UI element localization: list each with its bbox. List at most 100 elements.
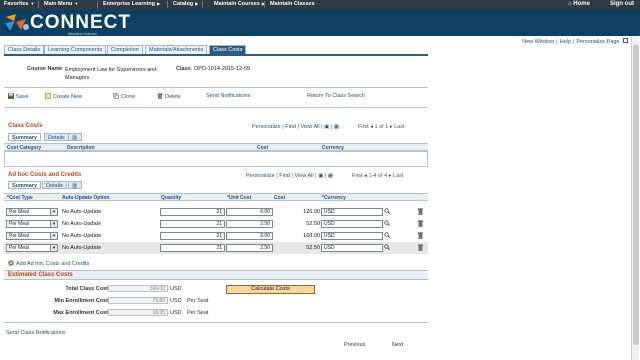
find-link[interactable]: Find — [285, 124, 296, 130]
first-link[interactable]: First — [358, 124, 369, 130]
trash-icon — [157, 93, 163, 99]
last-link[interactable]: Last — [394, 124, 404, 130]
adhoc-pager: First ◂ 1-4 of 4 ▸ Last — [352, 173, 403, 179]
class-costs-tab-details[interactable]: Details — [44, 133, 69, 141]
delete-row-icon[interactable] — [418, 208, 423, 215]
col-currency: *Currency — [322, 195, 346, 201]
divider — [4, 87, 428, 88]
next-link[interactable]: Next — [392, 342, 403, 348]
view-all-link[interactable]: View All — [300, 124, 319, 130]
breadcrumb-enterprise-learning[interactable]: Enterprise Learning ▶ — [103, 1, 160, 7]
search-icon[interactable] — [384, 220, 390, 226]
previous-link[interactable]: Previous — [344, 342, 365, 348]
currency-input[interactable]: USD — [321, 244, 383, 252]
quantity-input[interactable]: 21 — [160, 220, 225, 228]
unit-cost-input[interactable]: 2.50 — [226, 244, 273, 252]
sign-out-link[interactable]: Sign out — [610, 1, 634, 7]
unit-cost-input[interactable]: 6.00 — [226, 208, 273, 216]
main-menu[interactable]: Main Menu ▼ — [44, 1, 78, 7]
tab-underline — [4, 54, 428, 56]
cost-type-select[interactable]: Per Meal ▼ — [6, 220, 58, 228]
download-icon[interactable]: ▦ — [334, 124, 339, 130]
next-arrow-icon[interactable]: ▸ — [390, 124, 393, 130]
chevron-down-icon: ▼ — [50, 209, 57, 215]
show-all-columns-icon[interactable]: ▥ — [68, 181, 82, 189]
row-range: 1-4 of 4 — [368, 173, 388, 179]
create-new-button[interactable]: Create New — [45, 93, 82, 100]
prev-arrow-icon[interactable]: ◂ — [370, 124, 373, 130]
page-links: New Window | Help | Personalize Page — [522, 38, 628, 45]
prev-arrow-icon[interactable]: ◂ — [364, 173, 367, 179]
delete-row-icon[interactable] — [418, 244, 423, 251]
class-costs-pager: First ◂ 1 of 1 ▸ Last — [358, 124, 405, 130]
auto-update-value: No Auto-Update — [62, 245, 102, 251]
class-value: OPD-1014-2015-12-09 — [194, 66, 250, 72]
first-link[interactable]: First — [352, 173, 363, 179]
last-link[interactable]: Last — [393, 173, 403, 179]
breadcrumb-maintain-classes[interactable]: Maintain Classes — [270, 1, 315, 7]
auto-update-value: No Auto-Update — [62, 209, 102, 215]
personalize-link[interactable]: Personalize — [246, 173, 275, 179]
personalize-link[interactable]: Personalize — [252, 124, 281, 130]
cost-type-select[interactable]: Per Meal ▼ — [6, 244, 58, 252]
class-costs-grid-nav: Personalize | Find | View All | ▣ | ▦ — [252, 124, 340, 130]
quantity-input[interactable]: 21 — [160, 208, 225, 216]
auto-update-value: No Auto-Update — [62, 221, 102, 227]
cost-type-select[interactable]: Per Meal ▼ — [6, 232, 58, 240]
adhoc-tab-summary[interactable]: Summary — [8, 181, 42, 189]
home-link[interactable]: ⌂ Home — [568, 1, 590, 7]
header-banner: CONNECT Maryland Judiciary — [0, 10, 640, 36]
cost-value: 52.50 — [306, 221, 320, 227]
download-icon[interactable]: ▦ — [328, 173, 333, 179]
table-row: Per Meal ▼ No Auto-Update 21 8.00 168.00 … — [4, 230, 428, 242]
calculate-costs-button[interactable]: Calculate Costs — [226, 285, 315, 294]
total-class-cost-label: Total Class Cost — [65, 286, 108, 292]
add-adhoc-costs-link[interactable]: Add Ad hoc Costs and Credits — [8, 260, 89, 267]
grid-zoom-icon[interactable]: ▣ — [324, 124, 329, 130]
help-link[interactable]: Help — [560, 39, 571, 45]
max-currency: USD — [170, 310, 182, 316]
estimated-costs-title: Estimated Class Costs — [8, 272, 73, 278]
scrollbar-thumb[interactable] — [633, 45, 639, 345]
delete-button[interactable]: Delete — [157, 93, 181, 100]
adhoc-title: Ad hoc Costs and Credits — [8, 172, 82, 178]
view-all-link[interactable]: View All — [294, 173, 313, 179]
col-cost-type: *Cost Type — [7, 195, 33, 201]
find-link[interactable]: Find — [279, 173, 290, 179]
adhoc-tab-details[interactable]: Details — [42, 181, 67, 189]
currency-input[interactable]: USD — [321, 220, 383, 228]
clone-button[interactable]: Clone — [113, 93, 135, 100]
favorites-menu[interactable]: Favorites ▼ — [4, 1, 34, 7]
unit-cost-input[interactable]: 2.50 — [226, 220, 273, 228]
quantity-input[interactable]: 21 — [160, 232, 225, 240]
search-icon[interactable] — [384, 244, 390, 250]
currency-input[interactable]: USD — [321, 208, 383, 216]
search-icon[interactable] — [384, 232, 390, 238]
delete-row-icon[interactable] — [418, 220, 423, 227]
max-per-seat: Per Seat — [187, 310, 209, 316]
new-window-link[interactable]: New Window — [522, 39, 554, 45]
show-all-columns-icon[interactable]: ▥ — [68, 133, 82, 141]
currency-input[interactable]: USD — [321, 232, 383, 240]
course-name-label: Course Name — [27, 66, 63, 72]
grid-zoom-icon[interactable]: ▣ — [318, 173, 323, 179]
estimated-costs-header: Estimated Class Costs — [4, 270, 428, 280]
send-notifications-button[interactable]: Send Notifications — [206, 93, 250, 99]
vertical-scrollbar[interactable] — [631, 37, 639, 360]
search-icon[interactable] — [384, 208, 390, 214]
cost-type-select[interactable]: Per Meal ▼ — [6, 208, 58, 216]
send-class-notifications-link[interactable]: Send Class Notifications — [6, 330, 66, 336]
col-quantity: Quantity — [161, 195, 182, 201]
delete-row-icon[interactable] — [418, 232, 423, 239]
save-button[interactable]: Save — [8, 93, 29, 100]
personalize-page-link[interactable]: Personalize Page — [576, 39, 619, 45]
next-arrow-icon[interactable]: ▸ — [389, 173, 392, 179]
return-to-class-search-button[interactable]: Return To Class Search — [307, 93, 365, 99]
class-costs-tab-summary[interactable]: Summary — [8, 133, 42, 141]
breadcrumb-catalog[interactable]: Catalog ▶ — [173, 1, 198, 7]
class-costs-header-row: Cost Category Description Cost Currency — [4, 143, 428, 151]
quantity-input[interactable]: 21 — [160, 244, 225, 252]
breadcrumb-maintain-courses[interactable]: Maintain Courses▶ — [214, 1, 265, 7]
page-options-icon[interactable] — [623, 38, 628, 43]
unit-cost-input[interactable]: 8.00 — [226, 232, 273, 240]
